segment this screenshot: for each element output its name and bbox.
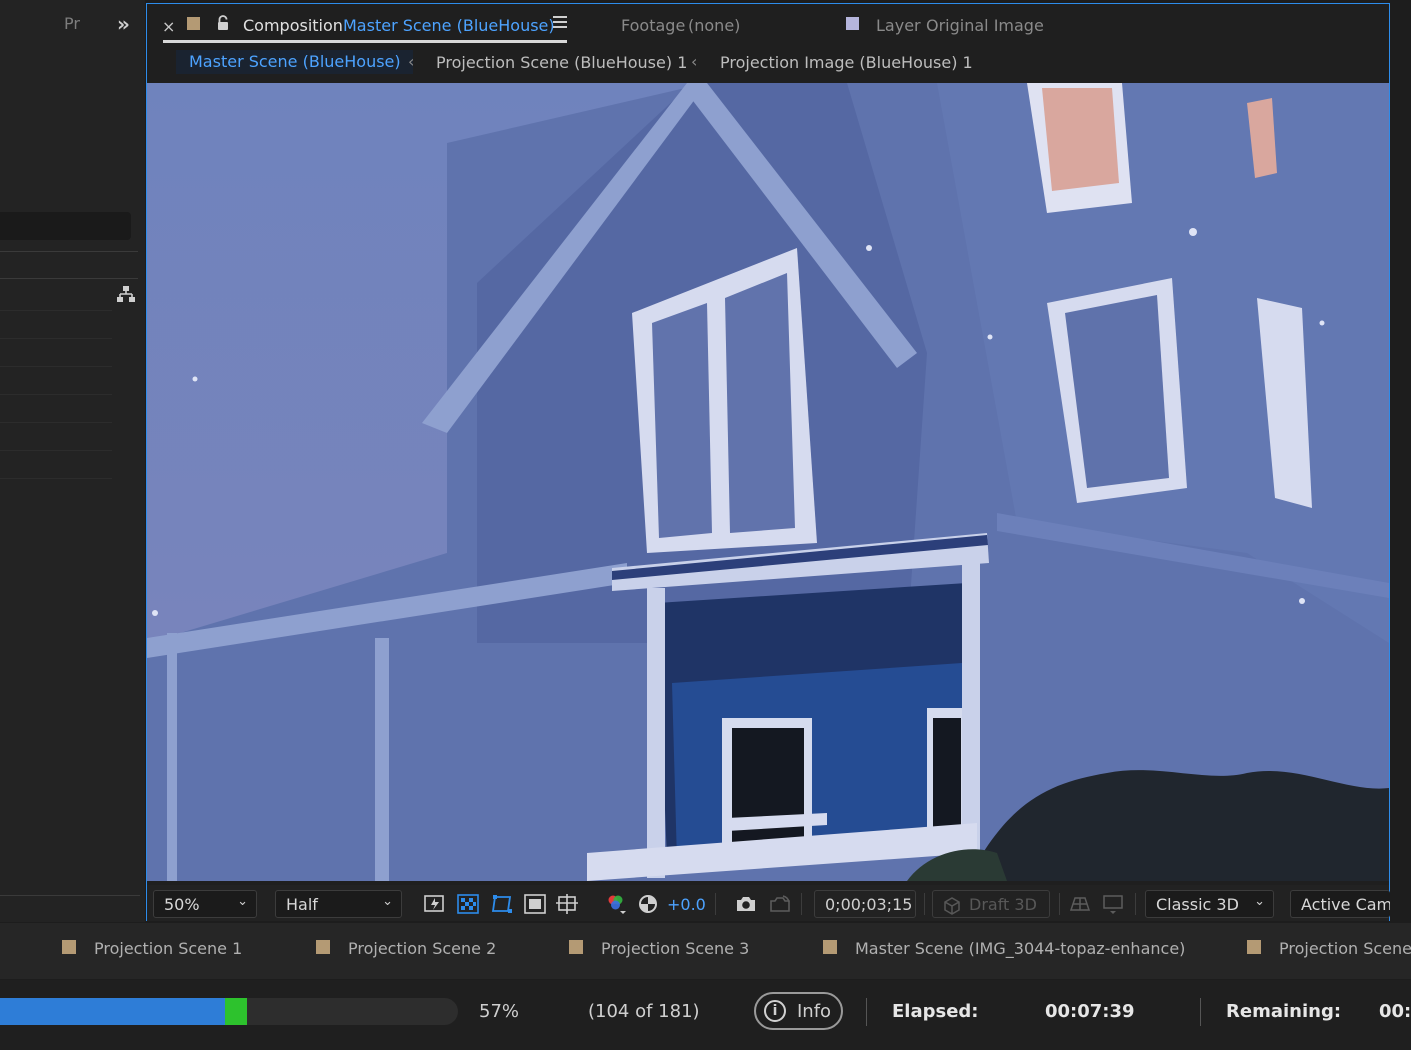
comp-color-swatch xyxy=(569,940,583,954)
layer-tab-label[interactable]: Layer xyxy=(876,16,921,35)
project-list-row[interactable] xyxy=(0,478,112,479)
toolbar-divider xyxy=(715,893,716,915)
render-frame-count: (104 of 181) xyxy=(588,1001,700,1022)
show-snapshot-icon[interactable] xyxy=(769,894,791,914)
project-list-row[interactable] xyxy=(0,394,112,395)
footage-tab-label[interactable]: Footage xyxy=(621,16,685,35)
layer-color-swatch xyxy=(846,17,859,30)
reset-exposure-icon[interactable] xyxy=(638,894,660,914)
close-tab-button[interactable]: × xyxy=(162,17,175,36)
comp-color-swatch xyxy=(823,940,837,954)
comp-color-swatch xyxy=(62,940,76,954)
footage-tab-value[interactable]: (none) xyxy=(688,16,740,35)
status-divider xyxy=(1200,998,1201,1026)
render-item-tab[interactable]: Projection Scene 2 xyxy=(348,939,496,958)
active-tab-indicator xyxy=(163,40,567,43)
render-item-tab[interactable]: Projection Scene ( xyxy=(1279,939,1411,958)
info-icon: i xyxy=(764,1000,786,1022)
breadcrumb-projection-scene[interactable]: Projection Scene (BlueHouse) 1 xyxy=(436,53,687,72)
status-divider xyxy=(866,998,867,1026)
breadcrumb-master-scene[interactable]: Master Scene (BlueHouse) xyxy=(176,50,413,74)
double-chevron-right-icon[interactable]: » xyxy=(117,12,130,36)
layer-tab-value[interactable]: Original Image xyxy=(926,16,1044,35)
viewer-tab-bar: × Composition Master Scene (BlueHouse) F… xyxy=(147,4,1389,44)
project-list-row[interactable] xyxy=(0,310,112,311)
composition-panel: × Composition Master Scene (BlueHouse) F… xyxy=(146,3,1390,921)
breadcrumb-projection-image[interactable]: Projection Image (BlueHouse) 1 xyxy=(720,53,973,72)
remaining-label: Remaining: xyxy=(1226,1001,1342,1022)
divider xyxy=(0,278,138,279)
draft-3d-label: Draft 3D xyxy=(969,895,1037,914)
magnification-value: 50% xyxy=(164,895,200,914)
exposure-value[interactable]: +0.0 xyxy=(667,895,706,914)
transparency-grid-icon[interactable] xyxy=(457,894,479,914)
chevron-down-icon: ⌄ xyxy=(382,894,393,909)
fast-previews-icon[interactable] xyxy=(424,894,446,914)
chevron-down-icon: ⌄ xyxy=(237,894,248,909)
project-search-input[interactable] xyxy=(0,212,131,240)
chevron-left-icon: ‹ xyxy=(691,52,698,71)
toolbar-divider xyxy=(1059,893,1060,915)
render-item-tab[interactable]: Master Scene (IMG_3044-topaz-enhance) xyxy=(855,939,1185,958)
remaining-value: 00:0 xyxy=(1379,1001,1411,1022)
camera-snapshot-icon[interactable] xyxy=(735,894,757,914)
resolution-dropdown[interactable]: Half ⌄ xyxy=(275,890,402,918)
comp-color-swatch xyxy=(316,940,330,954)
chevron-down-icon: ⌄ xyxy=(1254,894,1265,909)
divider xyxy=(0,251,138,252)
renderer-value: Classic 3D xyxy=(1156,895,1239,914)
current-time-display[interactable]: 0;00;03;15 xyxy=(814,890,916,918)
comp-color-swatch xyxy=(1247,940,1261,954)
info-button[interactable]: i Info xyxy=(754,992,843,1030)
draft-3d-icon xyxy=(944,897,960,915)
mask-visibility-icon[interactable] xyxy=(491,894,513,914)
elapsed-label: Elapsed: xyxy=(892,1001,979,1022)
chevron-left-icon: ‹ xyxy=(408,52,415,71)
project-list-row[interactable] xyxy=(0,422,112,423)
color-channels-icon[interactable] xyxy=(605,894,627,914)
render-item-tab[interactable]: Projection Scene 3 xyxy=(601,939,749,958)
render-percent: 57% xyxy=(479,1001,520,1022)
panel-tab-pr[interactable]: Pr xyxy=(64,14,80,33)
composition-tab-name[interactable]: Master Scene (BlueHouse) xyxy=(343,16,555,35)
composition-tab-label[interactable]: Composition xyxy=(243,16,343,35)
render-status-bar: 57% (104 of 181) i Info Elapsed: 00:07:3… xyxy=(0,980,1411,1050)
toolbar-divider xyxy=(1135,893,1136,915)
composition-viewer[interactable] xyxy=(147,83,1389,881)
project-panel: Pr » xyxy=(0,0,145,922)
elapsed-value: 00:07:39 xyxy=(1045,1001,1135,1022)
project-list-row[interactable] xyxy=(0,450,112,451)
viewer-toolbar: 50% ⌄ Half ⌄ +0.0 0;00;03;15 Draft 3D Cl… xyxy=(147,885,1390,921)
composition-navigator: Master Scene (BlueHouse) ‹ Projection Sc… xyxy=(147,46,1389,82)
active-camera-value: Active Came xyxy=(1301,895,1390,914)
project-list-row[interactable] xyxy=(0,338,112,339)
render-progress-head xyxy=(225,998,247,1025)
divider xyxy=(0,895,140,896)
lock-icon[interactable] xyxy=(216,15,230,31)
composition-frame-image xyxy=(147,83,1389,881)
flowchart-icon[interactable] xyxy=(116,285,136,303)
panel-menu-icon[interactable] xyxy=(553,16,567,30)
grid-guides-icon[interactable] xyxy=(556,894,578,914)
magnification-dropdown[interactable]: 50% ⌄ xyxy=(153,890,257,918)
render-queue-tab-bar: Projection Scene 1 Projection Scene 2 Pr… xyxy=(0,923,1411,979)
toolbar-divider xyxy=(801,893,802,915)
region-of-interest-icon[interactable] xyxy=(524,894,546,914)
active-camera-dropdown[interactable]: Active Came xyxy=(1290,890,1390,918)
3d-ground-plane-icon[interactable] xyxy=(1069,894,1091,914)
toolbar-divider xyxy=(924,893,925,915)
render-item-tab[interactable]: Projection Scene 1 xyxy=(94,939,242,958)
resolution-value: Half xyxy=(286,895,318,914)
label-color-swatch[interactable] xyxy=(187,17,200,30)
project-list-row[interactable] xyxy=(0,366,112,367)
renderer-dropdown[interactable]: Classic 3D ⌄ xyxy=(1145,890,1274,918)
info-button-label: Info xyxy=(797,1001,832,1022)
extended-viewer-icon[interactable] xyxy=(1102,894,1124,914)
render-progress-fill xyxy=(0,998,225,1025)
